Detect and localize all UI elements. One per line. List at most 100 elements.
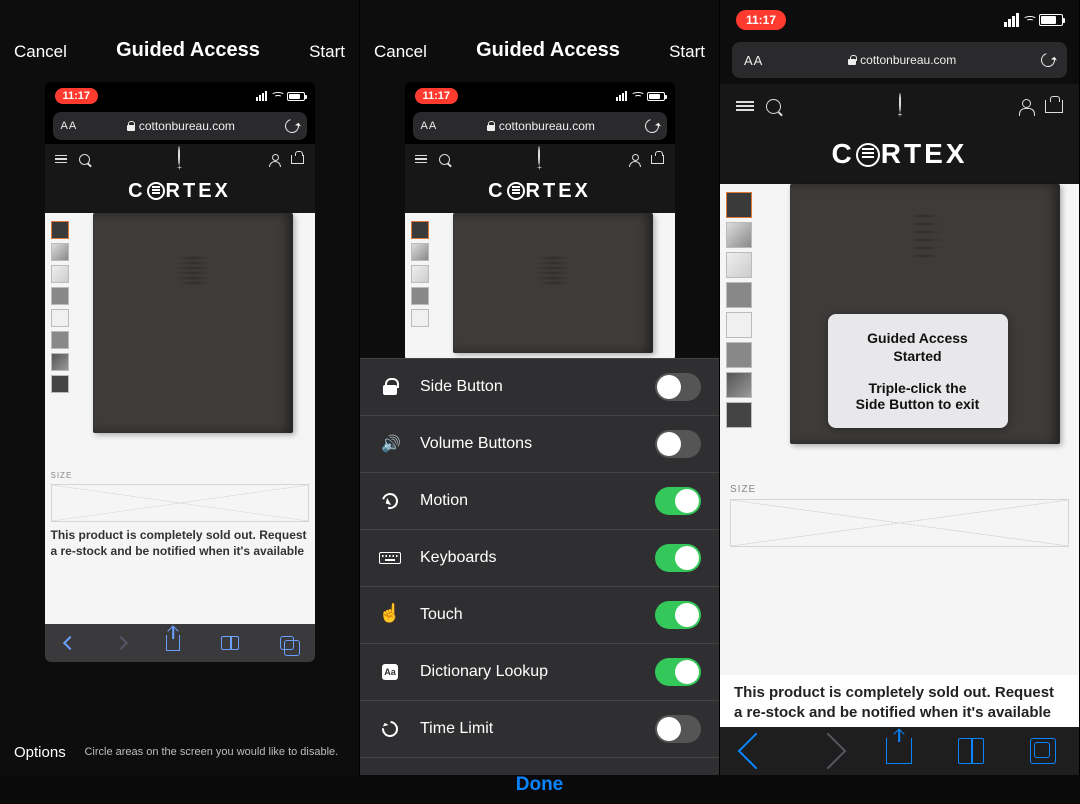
thumbnail[interactable] (51, 309, 69, 327)
toggle-motion[interactable] (655, 487, 701, 515)
back-button[interactable] (738, 733, 775, 770)
tabs-button[interactable] (1030, 738, 1056, 764)
thumbnail[interactable] (51, 375, 69, 393)
option-label: Motion (420, 492, 637, 510)
thumbnail[interactable] (726, 192, 752, 218)
thumbnail[interactable] (726, 402, 752, 428)
thumbnail[interactable] (411, 309, 429, 327)
text-size-button[interactable]: AA (421, 120, 438, 132)
reload-icon[interactable] (1038, 50, 1057, 69)
thumbnail[interactable] (726, 312, 752, 338)
option-label: Dictionary Lookup (420, 663, 637, 681)
reload-icon[interactable] (642, 116, 661, 135)
battery-icon (1039, 14, 1063, 26)
page-domain: cottonbureau.com (860, 53, 956, 67)
account-icon[interactable] (1019, 99, 1033, 113)
cart-icon[interactable] (1045, 100, 1063, 113)
thumbnail-strip[interactable] (51, 221, 69, 393)
page-domain: cottonbureau.com (499, 119, 595, 133)
cancel-button[interactable]: Cancel (14, 42, 67, 62)
option-label: Volume Buttons (420, 435, 637, 453)
thumbnail[interactable] (726, 372, 752, 398)
toggle-side_button[interactable] (655, 373, 701, 401)
size-label: SIZE (730, 484, 1069, 495)
share-button[interactable] (166, 635, 180, 651)
options-button[interactable]: Options (14, 744, 66, 761)
toggle-time_limit[interactable] (655, 715, 701, 743)
thumbnail[interactable] (51, 265, 69, 283)
thumbnail[interactable] (51, 353, 69, 371)
url-bar[interactable]: AA cottonbureau.com (732, 42, 1067, 78)
wifi-icon (1023, 16, 1035, 25)
guided-access-title: Guided Access (476, 39, 620, 62)
status-bar: 11:17 (405, 82, 675, 108)
thumbnail[interactable] (411, 243, 429, 261)
wifi-icon (271, 92, 283, 101)
site-nav: + (405, 144, 675, 174)
bookmarks-button[interactable] (221, 636, 239, 650)
tabs-button[interactable] (280, 636, 294, 650)
menu-icon[interactable] (736, 101, 754, 110)
site-logo-icon (178, 146, 180, 165)
product-brand: CRTEX (45, 174, 315, 213)
option-row-dictionary: AaDictionary Lookup (360, 644, 719, 701)
option-row-side_button: Side Button (360, 358, 719, 416)
thumbnail[interactable] (726, 252, 752, 278)
toggle-dictionary[interactable] (655, 658, 701, 686)
thumbnail[interactable] (411, 221, 429, 239)
thumbnail[interactable] (51, 243, 69, 261)
start-button[interactable]: Start (309, 42, 345, 62)
toggle-keyboards[interactable] (655, 544, 701, 572)
gear-icon (147, 182, 165, 200)
safari-toolbar (45, 624, 315, 662)
cart-icon[interactable] (291, 155, 304, 164)
bookmarks-button[interactable] (958, 738, 984, 764)
thumbnail[interactable] (411, 287, 429, 305)
recording-time-pill[interactable]: 11:17 (736, 10, 786, 30)
site-nav: + (45, 144, 315, 174)
search-icon[interactable] (79, 154, 90, 165)
cancel-button[interactable]: Cancel (374, 42, 427, 62)
text-size-button[interactable]: AA (744, 53, 763, 68)
url-bar[interactable]: AA cottonbureau.com (53, 112, 307, 140)
keyboard-icon (379, 552, 401, 564)
start-button[interactable]: Start (669, 42, 705, 62)
safari-toolbar (720, 727, 1079, 775)
recording-time-pill: 11:17 (55, 88, 99, 104)
thumbnail[interactable] (726, 282, 752, 308)
forward-button (809, 733, 846, 770)
thumbnail[interactable] (51, 331, 69, 349)
share-button[interactable] (886, 738, 912, 764)
product-area[interactable]: SIZE This product is completely sold out… (45, 213, 315, 624)
toggle-touch[interactable] (655, 601, 701, 629)
thumbnail[interactable] (51, 221, 69, 239)
option-label: Time Limit (420, 720, 637, 738)
toggle-volume[interactable] (655, 430, 701, 458)
thumbnail[interactable] (726, 222, 752, 248)
thumbnail-strip[interactable] (726, 192, 752, 428)
reload-icon[interactable] (282, 116, 301, 135)
options-sheet: Side Button 🔊 Volume Buttons Motion Keyboard… (360, 358, 719, 775)
thumbnail-strip[interactable] (411, 221, 429, 327)
back-button[interactable] (63, 636, 77, 650)
speaker-icon: 🔊 (381, 434, 399, 454)
thumbnail[interactable] (411, 265, 429, 283)
url-bar[interactable]: AA cottonbureau.com (413, 112, 667, 140)
product-area[interactable] (405, 213, 675, 362)
account-icon[interactable] (269, 154, 279, 164)
done-button[interactable]: Done (360, 758, 719, 804)
cart-icon[interactable] (651, 155, 664, 164)
search-icon[interactable] (766, 99, 781, 114)
thumbnail[interactable] (726, 342, 752, 368)
text-size-button[interactable]: AA (61, 120, 78, 132)
thumbnail[interactable] (51, 287, 69, 305)
search-icon[interactable] (439, 154, 450, 165)
product-area[interactable]: Guided Access Started Triple-click the S… (720, 184, 1079, 675)
status-bar: 11:17 (720, 0, 1079, 36)
account-icon[interactable] (629, 154, 639, 164)
menu-icon[interactable] (55, 155, 67, 163)
option-label: Touch (420, 606, 637, 624)
size-selector-disabled (51, 484, 309, 522)
option-label: Keyboards (420, 549, 637, 567)
menu-icon[interactable] (415, 155, 427, 163)
